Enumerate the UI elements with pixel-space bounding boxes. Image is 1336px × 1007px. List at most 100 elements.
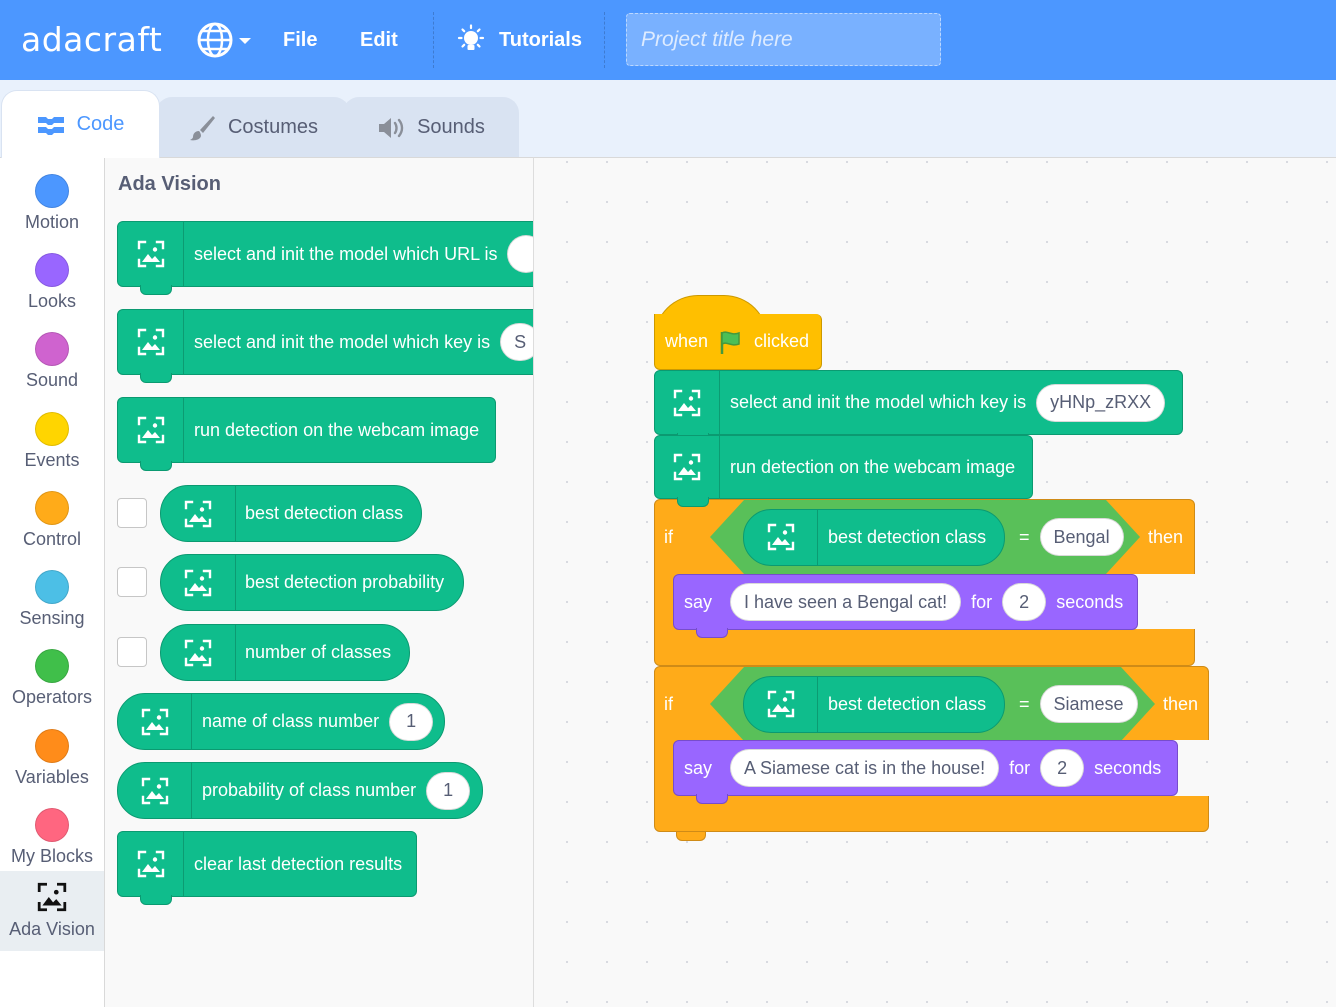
best-class-checkbox[interactable] — [117, 498, 147, 528]
category-label: Variables — [15, 767, 89, 787]
category-label: Looks — [27, 291, 77, 311]
ada-vision-icon — [655, 436, 720, 498]
category-operators[interactable]: Operators — [0, 639, 104, 717]
code-icon — [37, 116, 64, 135]
class-number-input[interactable]: 1 — [389, 702, 434, 741]
category-menu: Motion Looks Sound Events Control Sensin… — [0, 157, 105, 1007]
block-text: number of classes — [245, 642, 392, 662]
block-text: probability of class number — [202, 780, 417, 800]
category-motion[interactable]: Motion — [0, 164, 104, 242]
ada-vision-icon — [118, 398, 184, 462]
hat-body: when clicked — [654, 314, 822, 370]
tutorials-menu[interactable]: Tutorials — [455, 0, 582, 80]
equals-sign: = — [1019, 693, 1030, 714]
tab-code-label: Code — [76, 113, 125, 135]
menu-bar: adacraft File Edit Tutorials — [0, 0, 1336, 80]
block-text: best detection class — [245, 503, 404, 523]
block-clear-detection-results[interactable]: clear last detection results — [117, 831, 417, 905]
category-control[interactable]: Control — [0, 481, 104, 559]
script-run-detection[interactable]: run detection on the webcam image — [654, 435, 1033, 507]
number-of-classes-checkbox[interactable] — [117, 637, 147, 667]
category-dot — [35, 729, 69, 763]
block-text: best detection class — [828, 526, 987, 547]
block-palette: Ada Vision select and init the model whi… — [105, 157, 534, 1007]
block-text: for — [1009, 757, 1031, 778]
block-text: clear last detection results — [194, 853, 403, 874]
app-logo[interactable]: adacraft — [21, 20, 162, 59]
best-probability-checkbox[interactable] — [117, 567, 147, 597]
script-best-detection-class[interactable]: best detection class — [743, 509, 1005, 566]
equals-sign: = — [1019, 526, 1030, 547]
compare-value-input[interactable]: Siamese — [1040, 685, 1138, 723]
block-best-detection-probability[interactable]: best detection probability — [160, 554, 464, 611]
seconds-input[interactable]: 2 — [1040, 749, 1085, 787]
block-name-of-class-number[interactable]: name of class number 1 — [117, 693, 445, 750]
project-title-input[interactable] — [626, 13, 941, 66]
block-probability-of-class-number[interactable]: probability of class number 1 — [117, 762, 483, 819]
file-menu[interactable]: File — [283, 0, 317, 80]
category-dot — [35, 491, 69, 525]
url-input[interactable] — [507, 235, 533, 273]
category-dot — [35, 332, 69, 366]
class-number-input[interactable]: 1 — [426, 771, 471, 810]
tab-costumes[interactable]: Costumes — [156, 97, 350, 157]
script-best-detection-class[interactable]: best detection class — [743, 676, 1005, 733]
ada-vision-icon — [118, 832, 184, 896]
when-flag-clicked-block[interactable]: when clicked — [654, 295, 822, 370]
ada-vision-icon — [161, 555, 236, 610]
category-dot — [35, 412, 69, 446]
tab-costumes-label: Costumes — [227, 116, 319, 138]
ada-vision-icon — [655, 371, 720, 434]
ada-vision-icon — [118, 694, 192, 749]
message-input[interactable]: A Siamese cat is in the house! — [730, 749, 1000, 787]
category-sound[interactable]: Sound — [0, 322, 104, 400]
compare-value-input[interactable]: Bengal — [1040, 518, 1124, 556]
block-text: select and init the model which key is — [730, 392, 1027, 412]
block-text: select and init the model which key is — [194, 331, 491, 352]
block-best-detection-class[interactable]: best detection class — [160, 485, 422, 542]
script-init-model-key[interactable]: select and init the model which key is y… — [654, 370, 1183, 443]
block-text: clicked — [754, 331, 810, 351]
if-label: if — [664, 694, 673, 714]
block-number-of-classes[interactable]: number of classes — [160, 624, 410, 681]
edit-menu[interactable]: Edit — [360, 0, 398, 80]
then-label: then — [1148, 527, 1184, 547]
ada-vision-icon — [118, 222, 184, 286]
block-text: seconds — [1094, 757, 1162, 778]
category-my-blocks[interactable]: My Blocks — [0, 798, 104, 876]
category-events[interactable]: Events — [0, 402, 104, 480]
paintbrush-icon — [189, 115, 215, 140]
palette-heading: Ada Vision — [118, 173, 221, 195]
category-label: Motion — [24, 212, 80, 232]
caret-down-icon — [239, 38, 251, 44]
block-init-model-url[interactable]: select and init the model which URL is — [117, 221, 533, 295]
category-dot — [35, 649, 69, 683]
say-block-bengal[interactable]: say I have seen a Bengal cat! for 2 seco… — [673, 574, 1138, 638]
block-init-model-key[interactable]: select and init the model which key is S — [117, 309, 533, 383]
equals-operator[interactable]: best detection class = Bengal — [710, 500, 1140, 574]
model-key-input[interactable]: yHNp_zRXX — [1036, 383, 1166, 422]
category-label: Events — [24, 450, 80, 470]
category-looks[interactable]: Looks — [0, 243, 104, 321]
category-label: Operators — [11, 687, 93, 707]
category-variables[interactable]: Variables — [0, 719, 104, 797]
category-dot — [35, 174, 69, 208]
message-input[interactable]: I have seen a Bengal cat! — [730, 583, 962, 621]
equals-operator[interactable]: best detection class = Siamese — [710, 667, 1155, 741]
language-menu[interactable] — [196, 21, 256, 59]
ada-vision-icon — [37, 882, 67, 912]
block-text: best detection probability — [245, 572, 445, 592]
seconds-input[interactable]: 2 — [1002, 583, 1047, 621]
category-label: Control — [22, 529, 82, 549]
tutorials-label: Tutorials — [499, 28, 582, 51]
category-sensing[interactable]: Sensing — [0, 560, 104, 638]
say-block-siamese[interactable]: say A Siamese cat is in the house! for 2… — [673, 740, 1178, 804]
block-run-detection[interactable]: run detection on the webcam image — [117, 397, 496, 471]
category-dot — [35, 253, 69, 287]
key-input[interactable]: S — [500, 323, 533, 361]
ada-vision-icon — [744, 510, 818, 565]
tab-code[interactable]: Code — [1, 90, 160, 158]
category-label: Sensing — [19, 608, 85, 628]
category-ada-vision[interactable]: Ada Vision — [0, 871, 104, 951]
tab-sounds[interactable]: Sounds — [343, 97, 519, 157]
